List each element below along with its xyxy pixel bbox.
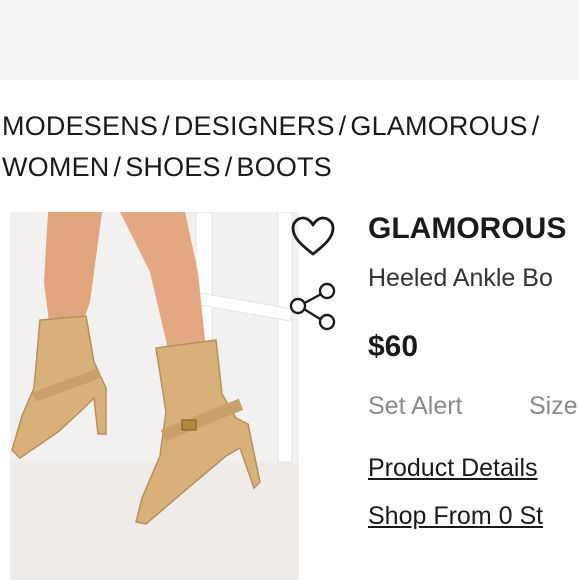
shop-from-stores-link[interactable]: Shop From 0 St (368, 502, 543, 531)
breadcrumb-designers[interactable]: DESIGNERS (174, 111, 335, 141)
breadcrumb: MODESENS / DESIGNERS / GLAMOROUS / WOMEN / SHOE… (2, 106, 579, 188)
size-selector[interactable]: Size (529, 392, 578, 421)
breadcrumb-modesens[interactable]: MODESENS (2, 111, 158, 141)
breadcrumb-separator: / (224, 152, 233, 182)
favorite-button[interactable] (290, 214, 336, 260)
breadcrumb-boots: BOOTS (236, 152, 332, 182)
breadcrumb-separator: / (162, 111, 170, 141)
breadcrumb-separator: / (531, 111, 540, 141)
product-title: Heeled Ankle Bo (368, 264, 553, 292)
product-price: $60 (368, 330, 419, 363)
breadcrumb-separator: / (338, 111, 347, 141)
brand-name[interactable]: GLAMOROUS (368, 212, 566, 246)
breadcrumb-glamorous[interactable]: GLAMOROUS (350, 111, 527, 141)
heart-icon (291, 216, 335, 256)
breadcrumb-separator: / (113, 152, 122, 182)
share-button[interactable] (287, 280, 339, 334)
share-icon (289, 282, 336, 331)
header-bar (0, 0, 579, 80)
set-alert-button[interactable]: Set Alert (368, 392, 463, 421)
breadcrumb-shoes[interactable]: SHOES (125, 152, 221, 182)
product-image[interactable] (10, 212, 299, 580)
product-details-link[interactable]: Product Details (368, 454, 538, 483)
breadcrumb-women[interactable]: WOMEN (2, 152, 109, 182)
